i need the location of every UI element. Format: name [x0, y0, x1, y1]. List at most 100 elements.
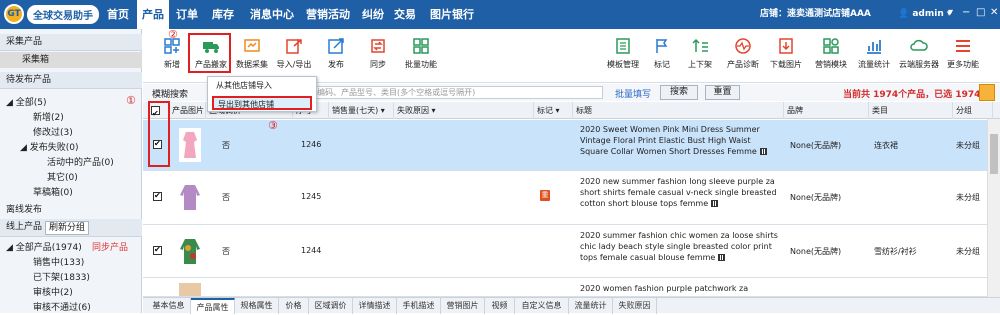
tab-spec-attributes[interactable]: 规格属性 [235, 298, 279, 314]
cell-title[interactable]: 2020 new summer fashion long sleeve purp… [580, 176, 780, 209]
sidebar-item-collect-box[interactable]: 采集箱 [0, 52, 142, 68]
tab-basic-info[interactable]: 基本信息 [147, 298, 191, 314]
nav-item-orders[interactable]: 订单 [172, 0, 202, 29]
tab-traffic-stats[interactable]: 流量统计 [569, 298, 613, 314]
search-input[interactable]: 标题、商家编码、产品型号、类目(多个空格或逗号隔开) [273, 86, 603, 99]
nav-item-messages[interactable]: 消息中心 [244, 0, 300, 29]
tab-marketing-images[interactable]: 营销图片 [441, 298, 485, 314]
sidebar-item-failed[interactable]: ◢ 发布失败(0) [20, 141, 79, 155]
sidebar-section-pending[interactable]: 待发布产品 [0, 72, 142, 89]
qr-code-icon[interactable] [718, 254, 726, 261]
qr-code-icon[interactable] [759, 148, 767, 155]
row-checkbox[interactable] [153, 191, 162, 201]
main-panel: 新增 产品搬家 数据采集 导入/导出 发布 同步 批量功能 模板管理 标记 上下… [143, 29, 1000, 314]
cell-title[interactable]: 2020 Sweet Women Pink Mini Dress Summer … [580, 124, 780, 157]
sync-button[interactable]: 同步 [361, 37, 395, 70]
refresh-group-button[interactable]: 刷新分组 [45, 221, 90, 235]
cloud-server-button[interactable]: 云端服务器 [897, 37, 941, 70]
vertical-scrollbar[interactable] [987, 119, 1000, 297]
col-mark[interactable]: 标记 ▾ [534, 102, 573, 119]
col-fail-reason[interactable]: 失败原因 ▾ [394, 102, 534, 119]
tab-description[interactable]: 详情描述 [353, 298, 397, 314]
col-title[interactable]: 标题 [573, 102, 784, 119]
col-label: 标记 [537, 106, 553, 115]
tab-price[interactable]: 价格 [279, 298, 309, 314]
mark-button[interactable]: 标记 [645, 37, 679, 70]
sidebar-item-off-shelf[interactable]: 已下架(1833) [33, 271, 90, 285]
nav-item-trade[interactable]: 交易 [390, 0, 420, 29]
scrollbar-thumb[interactable] [990, 134, 998, 174]
sidebar-item-other[interactable]: 其它(0) [47, 171, 78, 185]
tab-product-attributes[interactable]: 产品属性 [191, 298, 235, 314]
download-images-button[interactable]: 下载图片 [766, 37, 806, 70]
marketing-module-button[interactable]: 营销模块 [811, 37, 851, 70]
maximize-icon[interactable]: □ [976, 8, 985, 18]
sidebar-item-active-products[interactable]: 活动中的产品(0) [47, 156, 114, 170]
toolbar-label: 下载图片 [770, 60, 802, 69]
template-button[interactable]: 模板管理 [603, 37, 643, 70]
tab-mobile-description[interactable]: 手机描述 [397, 298, 441, 314]
nav-item-inventory[interactable]: 库存 [208, 0, 238, 29]
sidebar-item-on-sale[interactable]: 销售中(133) [33, 256, 84, 270]
qr-code-icon[interactable] [711, 200, 719, 207]
import-export-button[interactable]: 导入/导出 [274, 37, 314, 70]
tab-custom-info[interactable]: 自定义信息 [515, 298, 569, 314]
sidebar-item-drafts[interactable]: 草稿箱(0) [33, 186, 73, 200]
product-move-button[interactable]: 产品搬家 [191, 37, 231, 70]
cell-title[interactable]: 2020 summer fashion chic women za loose … [580, 230, 780, 263]
diagnose-button[interactable]: 产品诊断 [723, 37, 763, 70]
store-label[interactable]: 店铺：速卖通测试店铺AAA [760, 0, 871, 29]
tab-video[interactable]: 视频 [485, 298, 515, 314]
sidebar-item-modified[interactable]: 修改过(3) [33, 126, 73, 140]
select-all-checkbox-cell[interactable] [143, 102, 169, 122]
row-checkbox[interactable] [153, 139, 162, 149]
cell-group: 未分组 [956, 247, 980, 256]
tab-region-price[interactable]: 区域调价 [309, 298, 353, 314]
tab-fail-reason[interactable]: 失败原因 [613, 298, 657, 314]
publish-button[interactable]: 发布 [319, 37, 353, 70]
col-category[interactable]: 类目 [869, 102, 953, 119]
sync-products-link[interactable]: 同步产品 [92, 241, 128, 255]
user-menu[interactable]: 👤 admin ▾ [898, 0, 951, 29]
nav-item-disputes[interactable]: 纠纷 [358, 0, 388, 29]
add-button[interactable]: 新增 [155, 37, 189, 70]
reset-button[interactable]: 重置 [705, 85, 740, 100]
nav-item-products[interactable]: 产品 [137, 0, 169, 29]
sidebar-item-offline[interactable]: 离线发布 [6, 203, 42, 217]
column-settings-icon[interactable] [979, 84, 995, 101]
search-button[interactable]: 搜索 [660, 85, 698, 100]
sidebar-item-all-online[interactable]: ◢ 全部产品(1974) [6, 241, 82, 255]
nav-item-image-bank[interactable]: 图片银行 [424, 0, 480, 29]
duplicate-mark-badge[interactable]: 重 [540, 190, 550, 201]
sidebar-item-all-pending[interactable]: ◢ 全部(5) [6, 96, 47, 110]
more-functions-button[interactable]: 更多功能 [943, 37, 983, 70]
col-brand[interactable]: 品牌 [784, 102, 869, 119]
col-group[interactable]: 分组 [953, 102, 993, 119]
col-sales[interactable]: 销售量(七天) ▾ [329, 102, 394, 119]
toolbar-label: 流量统计 [858, 60, 890, 69]
sidebar-section-collect[interactable]: 采集产品 [0, 34, 142, 51]
batch-fill-link[interactable]: 批量填写 [615, 87, 651, 100]
title-text: 2020 women fashion purple patchwork za [580, 284, 749, 293]
menu-item-import-from-store[interactable]: 从其他店铺导入 [212, 79, 312, 93]
restore-icon[interactable]: − [962, 8, 970, 18]
sidebar-item-new[interactable]: 新增(2) [33, 111, 64, 125]
table-row[interactable]: 2020 women fashion purple patchwork za [143, 279, 1000, 297]
close-icon[interactable]: ✕ [990, 8, 998, 18]
minimize-icon[interactable]: ▾ [948, 8, 956, 18]
nav-item-marketing[interactable]: 营销活动 [300, 0, 356, 29]
table-row[interactable]: 否 1245 重 2020 new summer fashion long sl… [143, 172, 1000, 225]
table-row[interactable]: 否 1244 2020 summer fashion chic women za… [143, 226, 1000, 278]
batch-button[interactable]: 批量功能 [401, 37, 441, 70]
nav-item-home[interactable]: 首页 [103, 0, 133, 29]
row-checkbox[interactable] [153, 245, 162, 255]
data-collect-button[interactable]: 数据采集 [233, 37, 271, 70]
toolbar: 新增 产品搬家 数据采集 导入/导出 发布 同步 批量功能 模板管理 标记 上下… [143, 29, 1000, 83]
cell-title[interactable]: 2020 women fashion purple patchwork za [580, 283, 780, 294]
tree-collapse-icon: ◢ [20, 143, 30, 153]
sidebar-item-reviewing[interactable]: 审核中(2) [33, 286, 73, 300]
traffic-stats-button[interactable]: 流量统计 [854, 37, 894, 70]
shelf-button[interactable]: 上下架 [683, 37, 717, 70]
menu-item-export-to-store[interactable]: 导出到其他店铺 [212, 96, 312, 110]
select-all-checkbox[interactable] [151, 105, 160, 122]
